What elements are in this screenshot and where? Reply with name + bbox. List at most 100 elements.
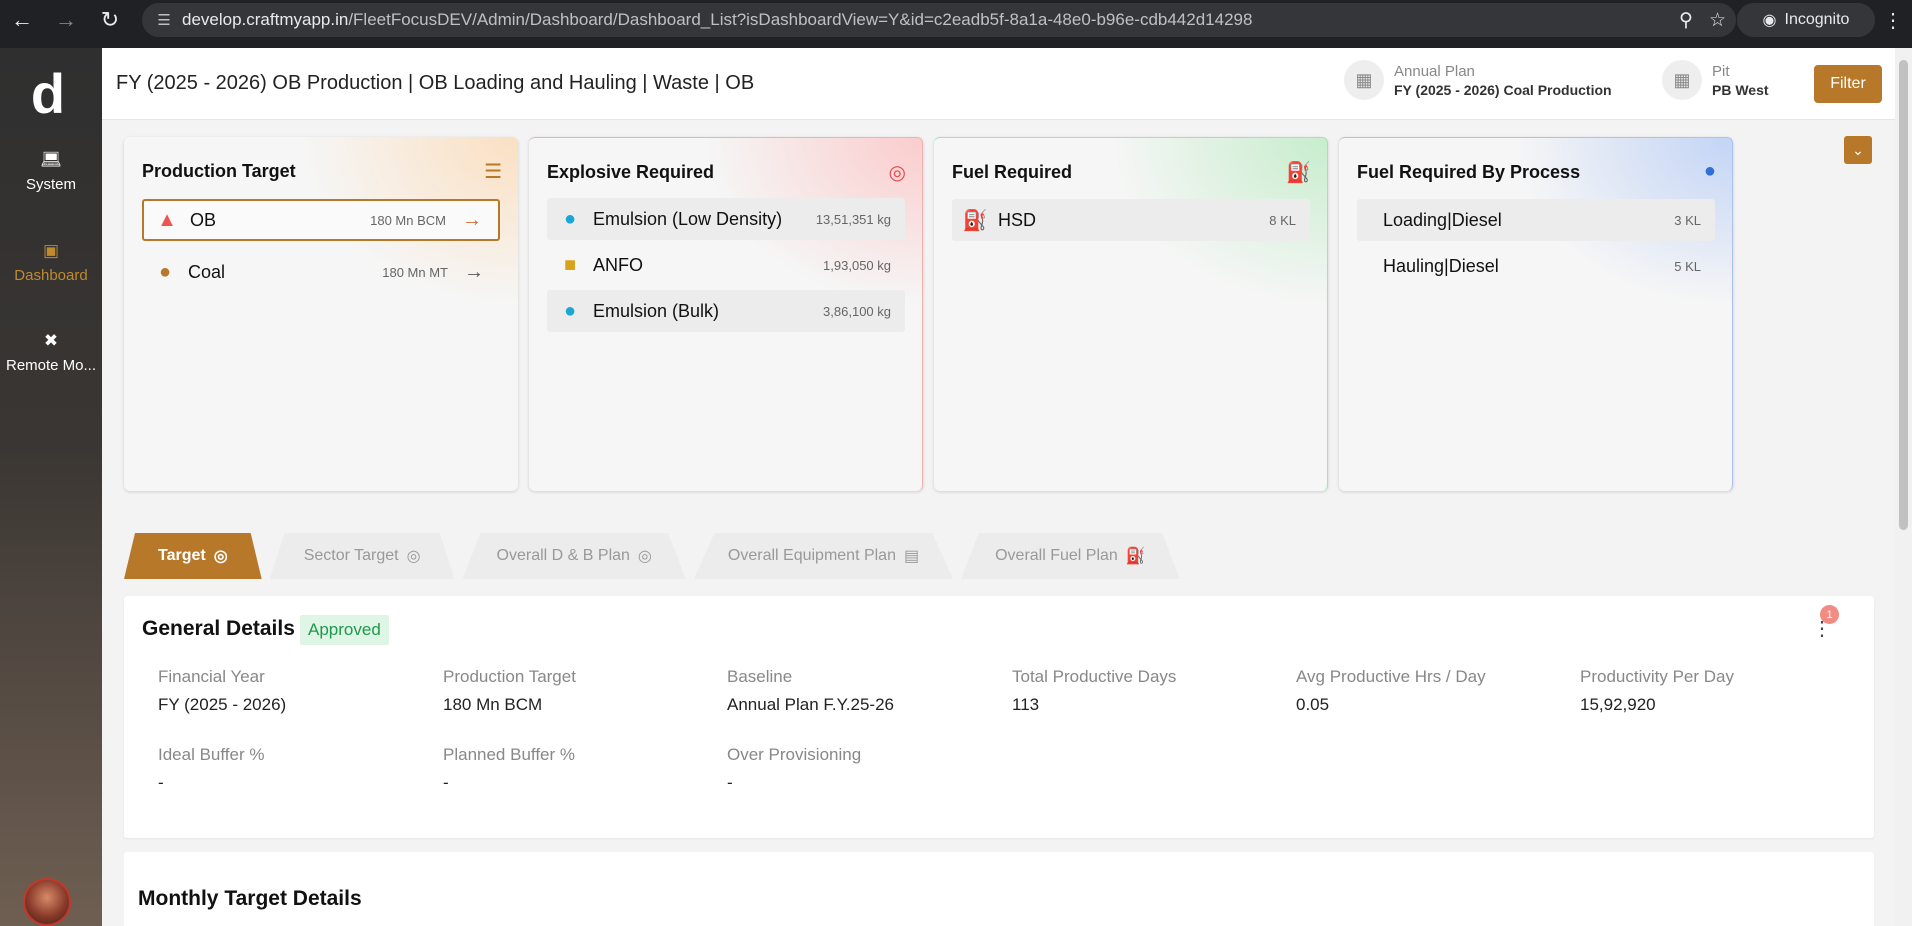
production-target-card: Production Target ☰ ▲ OB 180 Mn BCM → ● …	[124, 137, 518, 491]
annual-plan-selector[interactable]: ▦ Annual Plan FY (2025 - 2026) Coal Prod…	[1344, 60, 1612, 100]
box-icon: ■	[563, 253, 577, 276]
browser-toolbar: ← → ↻ ☰ develop.craftmyapp.in/FleetFocus…	[0, 0, 1912, 48]
monthly-target-panel: Monthly Target Details	[124, 852, 1874, 926]
zoom-icon[interactable]: ⚲	[1679, 9, 1693, 32]
row-value: 8 KL	[1269, 212, 1296, 228]
avatar[interactable]	[23, 878, 71, 926]
target-icon: ◎	[888, 162, 906, 184]
page-title: FY (2025 - 2026) OB Production | OB Load…	[116, 72, 755, 94]
sidebar-item-remote-monitoring[interactable]: ✖ Remote Mo...	[0, 331, 102, 374]
target-icon: ◎	[637, 548, 652, 565]
reload-icon[interactable]: ↻	[90, 0, 130, 40]
arrow-right-icon[interactable]: →	[460, 209, 484, 232]
back-arrow-icon[interactable]: ←	[2, 0, 42, 40]
site-info-icon[interactable]: ☰	[146, 11, 182, 29]
fuel-nozzle-icon: ⛽	[962, 209, 988, 232]
field-value: Annual Plan F.Y.25-26	[727, 695, 894, 714]
tab-overall-equipment-plan[interactable]: Overall Equipment Plan ▤	[693, 533, 954, 579]
url-host: develop.craftmyapp.in	[182, 10, 349, 29]
url-text[interactable]: develop.craftmyapp.in/FleetFocusDEV/Admi…	[182, 10, 1252, 30]
row-label: OB	[190, 209, 217, 230]
field-ideal-buffer: Ideal Buffer % -	[158, 745, 428, 793]
field-label: Baseline	[727, 667, 793, 686]
tab-sector-target[interactable]: Sector Target ◎	[269, 533, 455, 579]
field-production-target: Production Target 180 Mn BCM	[443, 667, 713, 715]
field-value: 113	[1012, 695, 1040, 714]
app-logo[interactable]: d	[27, 64, 69, 124]
field-value: 0.05	[1296, 695, 1330, 714]
row-value: 180 Mn MT	[382, 264, 448, 280]
field-avg-productive-hrs: Avg Productive Hrs / Day 0.05	[1296, 667, 1566, 715]
field-label: Production Target	[443, 667, 576, 686]
sidebar: d 💻︎ System ▣ Dashboard ✖ Remote Mo...	[0, 48, 102, 926]
row-label: Coal	[188, 261, 226, 282]
field-over-provisioning: Over Provisioning -	[727, 745, 997, 793]
tab-overall-fuel-plan[interactable]: Overall Fuel Plan ⛽	[961, 533, 1180, 579]
field-total-productive-days: Total Productive Days 113	[1012, 667, 1282, 715]
filter-button[interactable]: Filter	[1814, 65, 1882, 103]
explosive-row: ● Emulsion (Bulk) 3,86,100 kg	[547, 290, 905, 332]
production-target-row-ob[interactable]: ▲ OB 180 Mn BCM →	[142, 199, 500, 241]
row-label: Loading|Diesel	[1383, 209, 1502, 230]
sidebar-item-dashboard[interactable]: ▣ Dashboard	[0, 241, 102, 284]
field-planned-buffer: Planned Buffer % -	[443, 745, 713, 793]
explosive-required-card: Explosive Required ◎ ● Emulsion (Low Den…	[529, 137, 923, 491]
drop-icon: ●	[1703, 160, 1716, 182]
production-target-row-coal[interactable]: ● Coal 180 Mn MT →	[142, 251, 500, 293]
fuel-required-card: Fuel Required ⛽ ⛽ HSD 8 KL	[934, 137, 1328, 491]
general-details-panel: General Details Approved ⋮ 1 Financial Y…	[124, 596, 1874, 838]
incognito-indicator[interactable]: ◉ Incognito	[1737, 3, 1875, 37]
annual-plan-value: FY (2025 - 2026) Coal Production	[1394, 81, 1612, 98]
field-financial-year: Financial Year FY (2025 - 2026)	[158, 667, 428, 715]
section-title: General Details	[142, 617, 295, 640]
page-header: FY (2025 - 2026) OB Production | OB Load…	[102, 48, 1895, 120]
excavator-icon: ▲	[157, 208, 177, 231]
target-icon: ◎	[406, 548, 421, 565]
sidebar-item-label: Remote Mo...	[5, 357, 97, 374]
tab-overall-db-plan[interactable]: Overall D & B Plan ◎	[462, 533, 686, 579]
scrollbar-thumb[interactable]	[1899, 60, 1908, 530]
field-label: Planned Buffer %	[443, 745, 575, 764]
field-productivity-per-day: Productivity Per Day 15,92,920	[1580, 667, 1850, 715]
tab-label: Overall D & B Plan	[496, 547, 630, 564]
page-scrollbar[interactable]	[1895, 48, 1912, 926]
sidebar-item-label: System	[25, 176, 76, 193]
field-value: -	[158, 773, 164, 792]
fuel-nozzle-icon: ⛽	[1286, 162, 1311, 184]
field-label: Financial Year	[158, 667, 265, 686]
fuel-process-row: Hauling|Diesel 5 KL	[1357, 245, 1715, 287]
droplets-icon: ●	[563, 207, 577, 230]
tab-target[interactable]: Target ◎	[124, 533, 262, 579]
forward-arrow-icon[interactable]: →	[46, 0, 86, 40]
field-value: -	[443, 773, 449, 792]
layers-icon: ☰	[484, 161, 502, 183]
dashboard-icon: ▣	[42, 241, 60, 260]
row-label: HSD	[998, 209, 1037, 230]
plan-tabs: Target ◎ Sector Target ◎ Overall D & B P…	[124, 533, 1188, 579]
field-value: -	[727, 773, 733, 792]
more-vertical-icon[interactable]: ⋮	[1878, 8, 1908, 38]
pit-value: PB West	[1712, 81, 1769, 98]
pit-selector[interactable]: ▦ Pit PB West	[1662, 60, 1769, 100]
fuel-process-row: Loading|Diesel 3 KL	[1357, 199, 1715, 241]
incognito-label: Incognito	[1784, 11, 1850, 28]
arrow-right-icon[interactable]: →	[462, 261, 486, 284]
document-icon: ▤	[903, 548, 920, 565]
field-value: 15,92,920	[1580, 695, 1656, 714]
sidebar-item-system[interactable]: 💻︎ System	[0, 150, 102, 193]
bookmark-star-icon[interactable]: ☆	[1709, 9, 1726, 32]
address-bar[interactable]: ☰ develop.craftmyapp.in/FleetFocusDEV/Ad…	[142, 3, 1736, 37]
grid-icon: ▦	[1662, 60, 1702, 100]
remote-icon: ✖	[43, 331, 59, 350]
status-badge: Approved	[300, 615, 389, 645]
annual-plan-label: Annual Plan	[1394, 62, 1475, 80]
collapse-cards-button[interactable]: ⌄	[1844, 136, 1872, 164]
explosive-row: ● Emulsion (Low Density) 13,51,351 kg	[547, 198, 905, 240]
field-label: Productivity Per Day	[1580, 667, 1734, 686]
row-label: Hauling|Diesel	[1383, 255, 1499, 276]
card-title: Explosive Required	[547, 162, 715, 182]
row-value: 3,86,100 kg	[823, 303, 891, 319]
fuel-row: ⛽ HSD 8 KL	[952, 199, 1310, 241]
fuel-nozzle-icon: ⛽	[1125, 548, 1146, 565]
chevron-down-icon: ⌄	[1852, 141, 1864, 158]
